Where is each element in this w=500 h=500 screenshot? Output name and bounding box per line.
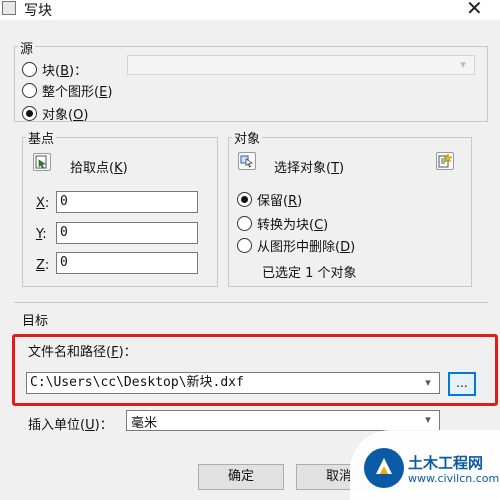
insert-units-value: 毫米	[131, 416, 158, 431]
radio-delete[interactable]	[237, 238, 252, 253]
objects-option-delete-text: 从图形中删除	[257, 240, 336, 255]
path-label: 文件名和路径(F)：	[28, 345, 137, 360]
source-option-block-key: B	[60, 64, 70, 79]
path-label-text: 文件名和路径	[28, 345, 107, 360]
pick-point-label: 拾取点(K)	[70, 161, 128, 176]
close-icon[interactable]: ✕	[466, 0, 483, 20]
pick-point-text: 拾取点	[70, 161, 110, 176]
selection-status: 已选定 1 个对象	[262, 266, 357, 281]
app-icon	[2, 1, 16, 15]
block-name-select[interactable]: ▾	[127, 55, 475, 75]
z-label: Z:	[36, 258, 49, 273]
objects-group-label: 对象	[232, 128, 263, 147]
browse-button[interactable]: ...	[448, 372, 476, 396]
radio-objects[interactable]	[22, 106, 37, 121]
source-group-label: 源	[18, 38, 36, 57]
source-option-block-text: 块	[42, 64, 56, 79]
pick-point-key: K	[114, 161, 123, 176]
quick-select-button[interactable]	[436, 152, 454, 170]
chevron-down-icon: ▾	[460, 58, 466, 71]
select-objects-button[interactable]	[238, 152, 256, 170]
radio-whole-drawing[interactable]	[22, 83, 37, 98]
destination-group-label: 目标	[22, 310, 49, 329]
path-label-key: F	[111, 345, 119, 360]
chevron-down-icon: ▾	[425, 413, 431, 426]
base-point-group-label: 基点	[26, 128, 57, 147]
watermark: 土木工程网 www.civilcn.com	[350, 430, 500, 500]
source-option-block-label: 块(B)：	[42, 64, 88, 79]
select-objects-label: 选择对象(T)	[274, 161, 345, 176]
file-path-combo[interactable]: C:\Users\cc\Desktop\新块.dxf ▾	[26, 372, 440, 394]
divider	[14, 302, 488, 303]
objects-option-delete-key: D	[340, 240, 351, 255]
source-option-objects-text: 对象	[42, 108, 69, 123]
radio-retain[interactable]	[237, 192, 252, 207]
path-label-suffix: ：	[123, 345, 137, 360]
z-input[interactable]: 0	[56, 252, 198, 274]
source-option-block-suffix: ：	[74, 64, 88, 79]
source-option-objects-label: 对象(O)	[42, 108, 89, 123]
z-label-text: Z	[36, 258, 45, 273]
source-option-whole-drawing-key: E	[99, 85, 108, 100]
objects-option-delete-label: 从图形中删除(D)	[257, 240, 356, 255]
watermark-logo-icon	[366, 450, 402, 486]
radio-block[interactable]	[22, 62, 37, 77]
source-option-whole-drawing-label: 整个图形(E)	[42, 85, 113, 100]
source-option-whole-drawing-text: 整个图形	[42, 85, 95, 100]
insert-units-select[interactable]: 毫米 ▾	[126, 410, 440, 431]
select-objects-key: T	[331, 161, 340, 176]
watermark-logo	[364, 448, 404, 488]
x-label-suffix: :	[44, 196, 50, 211]
insert-units-key: U	[85, 418, 95, 433]
pick-point-button[interactable]	[33, 153, 51, 171]
objects-option-convert-label: 转换为块(C)	[257, 218, 329, 233]
insert-units-label: 插入单位(U)：	[28, 418, 113, 433]
objects-option-convert-key: C	[314, 218, 324, 233]
source-option-objects-key: O	[73, 108, 84, 123]
title-bar	[0, 0, 500, 20]
insert-units-text: 插入单位	[28, 418, 81, 433]
watermark-name: 土木工程网	[408, 454, 484, 472]
pick-point-icon	[35, 155, 47, 169]
chevron-down-icon[interactable]: ▾	[421, 376, 435, 390]
watermark-url: www.civilcn.com	[408, 472, 500, 485]
file-path-input[interactable]: C:\Users\cc\Desktop\新块.dxf	[27, 373, 417, 393]
y-label-suffix: :	[42, 227, 47, 242]
y-label: Y:	[36, 227, 47, 242]
objects-option-retain-label: 保留(R)	[257, 194, 303, 209]
select-objects-text: 选择对象	[274, 161, 327, 176]
objects-option-convert-text: 转换为块	[257, 218, 310, 233]
radio-convert[interactable]	[237, 216, 252, 231]
select-objects-icon	[240, 155, 253, 168]
y-input[interactable]: 0	[56, 222, 198, 244]
insert-units-suffix: ：	[99, 418, 113, 433]
x-label: X:	[36, 196, 49, 211]
ok-button[interactable]: 确定	[198, 464, 284, 490]
z-label-suffix: :	[44, 258, 50, 273]
objects-option-retain-key: R	[288, 194, 298, 209]
quick-select-icon	[438, 153, 453, 168]
window-title: 写块	[24, 3, 52, 19]
x-label-text: X	[36, 196, 45, 211]
x-input[interactable]: 0	[56, 191, 198, 213]
objects-option-retain-text: 保留	[257, 194, 284, 209]
